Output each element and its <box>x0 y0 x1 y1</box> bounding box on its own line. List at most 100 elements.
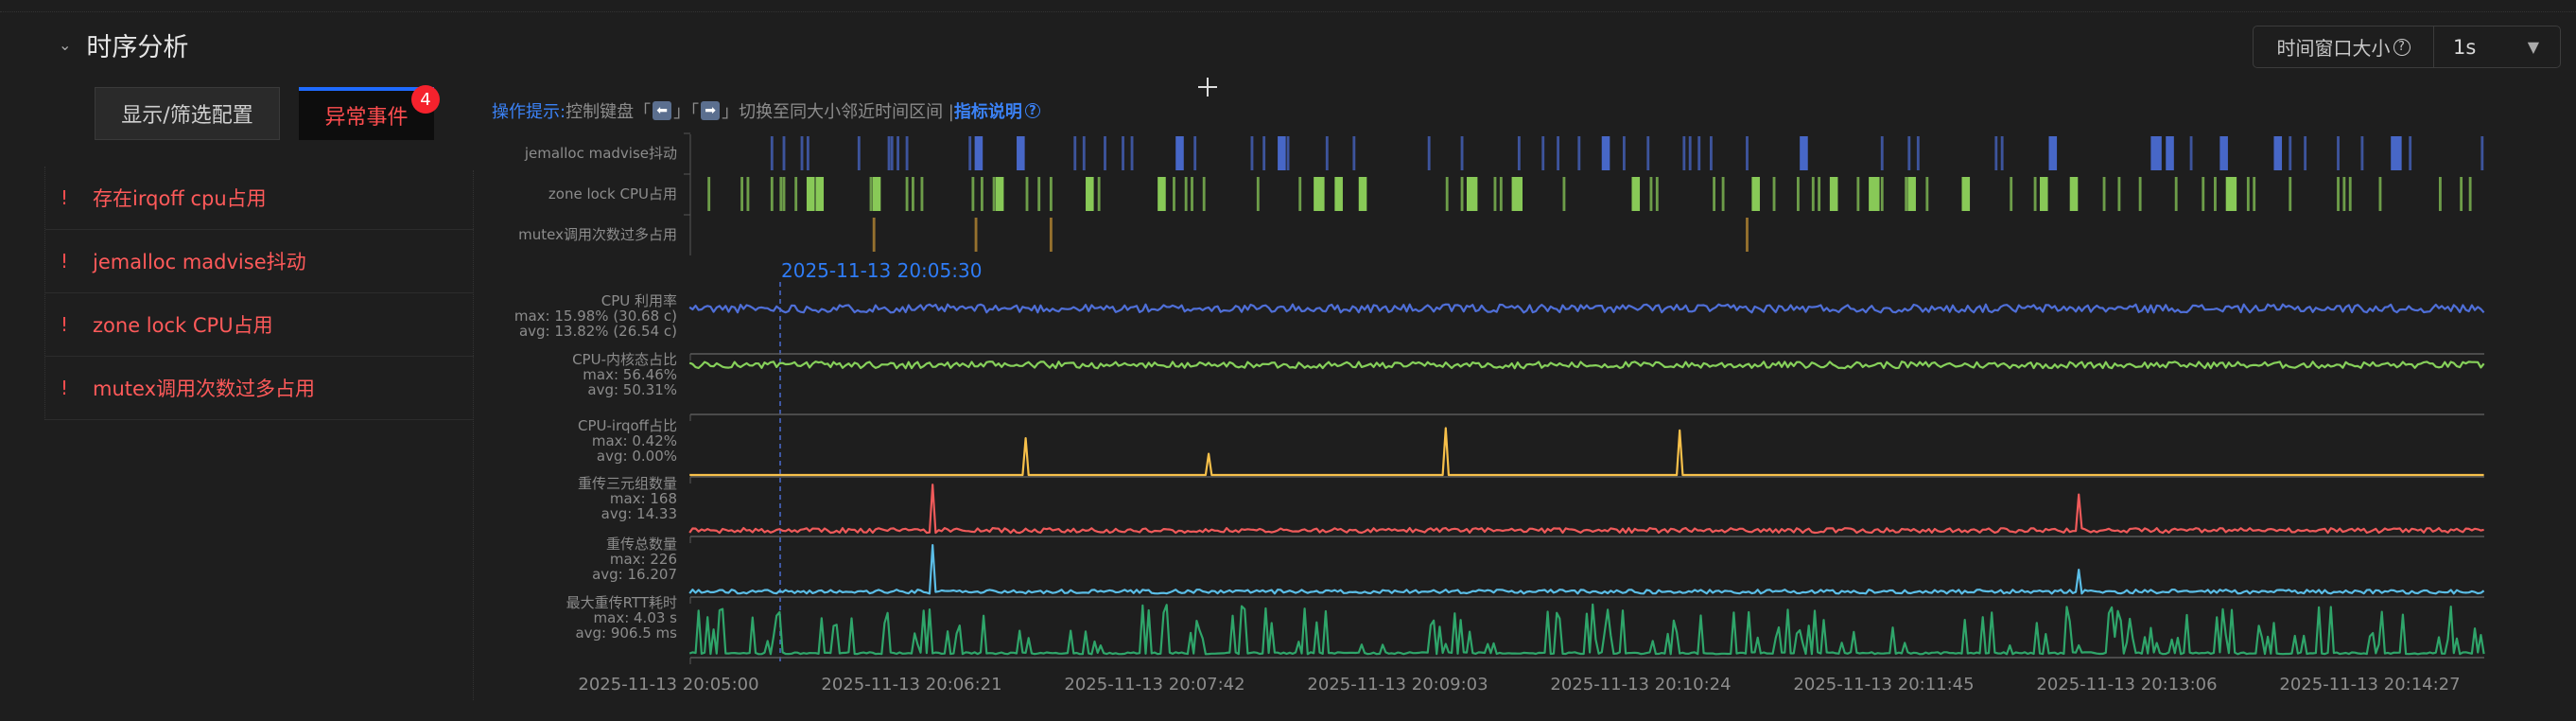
event-marker <box>806 136 809 170</box>
x-tick-label: 2025-11-13 20:05:00 <box>578 675 758 695</box>
event-marker <box>2378 177 2382 211</box>
event-marker <box>1086 177 1094 211</box>
event-marker <box>2337 136 2340 170</box>
event-marker <box>1713 177 1716 211</box>
event-marker <box>1049 218 1053 252</box>
event-marker <box>1157 177 1166 211</box>
lane-label: mutex调用次数过多占用 <box>518 226 677 243</box>
event-marker <box>2480 136 2484 170</box>
event-marker <box>1649 177 1653 211</box>
event-marker <box>1800 136 1808 170</box>
event-marker <box>1073 136 1077 170</box>
event-marker <box>2117 177 2121 211</box>
event-marker <box>872 177 881 211</box>
series-line <box>688 484 2484 535</box>
event-marker <box>1577 136 1581 170</box>
event-marker <box>1517 136 1521 170</box>
event-marker <box>2304 136 2307 170</box>
event-marker <box>2039 177 2048 211</box>
event-marker <box>1493 177 1497 211</box>
event-marker <box>2214 177 2217 211</box>
event-marker <box>974 136 983 170</box>
event-marker <box>974 218 978 252</box>
event-marker <box>806 177 815 211</box>
event-marker <box>1025 177 1029 211</box>
event-marker <box>1622 136 1626 170</box>
series-line <box>688 603 2485 656</box>
chart-avg: avg: 14.33 <box>601 505 677 522</box>
event-marker <box>2460 177 2463 211</box>
event-marker <box>1358 177 1367 211</box>
event-marker <box>770 136 774 170</box>
event-marker <box>896 136 899 170</box>
event-marker <box>1262 136 1266 170</box>
event-marker <box>1499 177 1503 211</box>
event-marker <box>1907 136 1911 170</box>
chart-panel: CPU 利用率max: 15.98% (30.68 c)avg: 13.82% … <box>514 292 2485 360</box>
event-marker <box>2166 136 2174 170</box>
event-marker <box>782 177 786 211</box>
event-marker <box>2253 177 2256 211</box>
event-marker <box>1466 177 1478 211</box>
event-marker <box>1746 136 1749 170</box>
event-marker <box>1601 136 1610 170</box>
event-marker <box>1104 136 1106 170</box>
event-marker <box>746 177 750 211</box>
event-marker <box>1191 177 1193 211</box>
lane-label: jemalloc madvise抖动 <box>524 145 677 162</box>
event-marker <box>971 177 975 211</box>
event-marker <box>1709 136 1713 170</box>
event-marker <box>2468 177 2472 211</box>
chart-avg: avg: 16.207 <box>592 566 677 583</box>
event-marker <box>1314 177 1325 211</box>
event-marker <box>1037 177 1041 211</box>
event-marker <box>1796 177 1800 211</box>
event-marker <box>1460 136 1464 170</box>
event-marker <box>2391 136 2402 170</box>
event-marker <box>1961 177 1971 211</box>
event-marker <box>1925 177 1929 211</box>
event-marker <box>869 177 873 211</box>
chart-panel: 最大重传RTT耗时max: 4.03 savg: 906.5 ms <box>566 594 2485 664</box>
series-line <box>688 360 2485 370</box>
event-marker <box>1427 136 1431 170</box>
event-marker <box>2438 177 2442 211</box>
timeseries-plot[interactable]: jemalloc madvise抖动 zone lock CPU占用 mutex调用… <box>0 0 2576 721</box>
event-marker <box>1298 177 1302 211</box>
event-marker <box>1746 218 1749 252</box>
x-tick-label: 2025-11-13 20:07:42 <box>1064 675 1244 695</box>
event-marker <box>1646 136 1650 170</box>
event-marker <box>872 218 876 252</box>
x-tick-label: 2025-11-13 20:06:21 <box>821 675 1001 695</box>
event-marker <box>782 136 786 170</box>
x-tick-label: 2025-11-13 20:11:45 <box>1793 675 1974 695</box>
event-marker <box>1916 136 1920 170</box>
event-marker <box>815 177 825 211</box>
event-marker <box>1697 136 1701 170</box>
event-marker <box>905 136 909 170</box>
event-marker <box>1880 136 1884 170</box>
event-marker <box>1256 177 1260 211</box>
chart-panel: 重传三元组数量max: 168avg: 14.33 <box>578 475 2484 543</box>
event-marker <box>1751 177 1760 211</box>
event-marker <box>2202 177 2205 211</box>
event-marker <box>1334 177 1343 211</box>
event-marker <box>1994 136 1998 170</box>
event-marker <box>779 177 783 211</box>
series-line <box>688 543 2485 595</box>
event-marker <box>912 177 914 211</box>
event-marker <box>1049 177 1053 211</box>
x-tick-label: 2025-11-13 20:09:03 <box>1307 675 1488 695</box>
event-marker <box>2069 177 2079 211</box>
event-marker <box>2048 136 2058 170</box>
event-marker <box>1511 177 1523 211</box>
event-marker <box>2273 136 2283 170</box>
event-marker <box>2174 177 2178 211</box>
chart-avg: avg: 50.31% <box>587 381 677 398</box>
chart-avg: avg: 906.5 ms <box>575 624 677 642</box>
event-marker <box>992 177 996 211</box>
event-marker <box>1880 177 1884 211</box>
event-marker <box>1082 136 1086 170</box>
event-marker <box>2000 136 2004 170</box>
event-marker <box>2348 177 2352 211</box>
